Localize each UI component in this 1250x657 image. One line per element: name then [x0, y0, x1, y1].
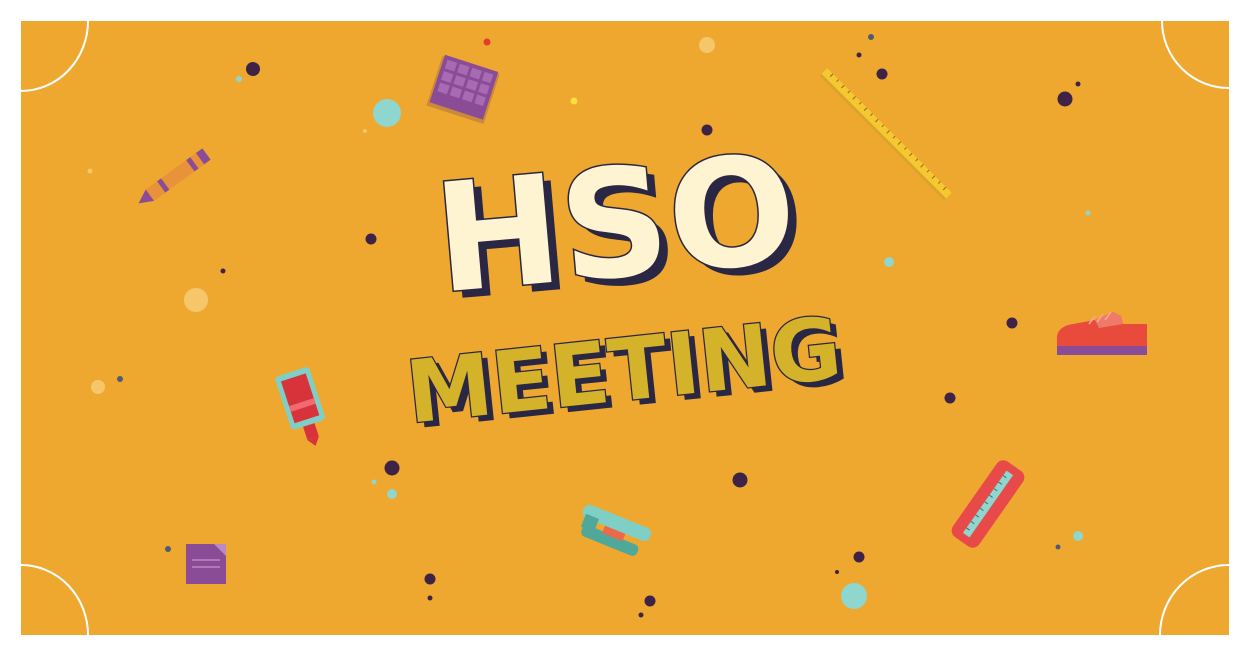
title-line1: HSO — [428, 123, 803, 328]
banner-artwork: HSO HSO MEETING MEETING — [20, 20, 1230, 636]
title-line1-group: HSO HSO — [427, 121, 812, 335]
sticky-note-icon — [186, 544, 226, 584]
banner-canvas: HSO HSO MEETING MEETING — [0, 0, 1250, 657]
